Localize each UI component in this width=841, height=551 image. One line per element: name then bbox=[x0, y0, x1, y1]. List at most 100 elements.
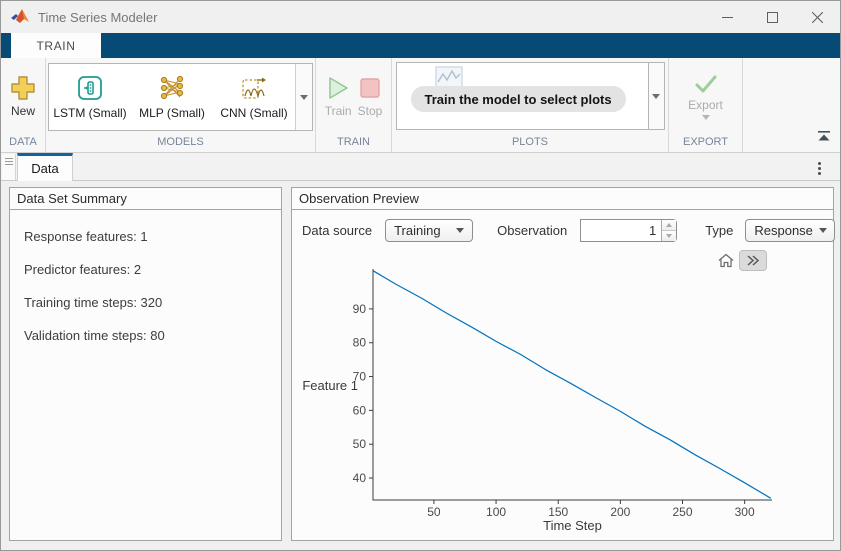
train-button[interactable]: Train bbox=[325, 75, 352, 118]
stop-button[interactable]: Stop bbox=[358, 75, 383, 118]
observation-preview-panel: Observation Preview Data source Training… bbox=[291, 187, 834, 541]
observation-chart: 50100150200250300405060708090Time StepFe… bbox=[292, 244, 835, 547]
check-icon bbox=[693, 73, 719, 95]
model-item-lstm-small[interactable]: LSTM (Small) bbox=[49, 64, 131, 130]
observation-spinner bbox=[661, 220, 676, 241]
type-value: Response bbox=[754, 223, 813, 238]
triangle-up-icon bbox=[666, 223, 672, 227]
data-source-label: Data source bbox=[302, 223, 372, 238]
chevron-down-icon bbox=[456, 228, 464, 233]
data-set-summary-panel: Data Set Summary Response features: 1 Pr… bbox=[9, 187, 282, 541]
observation-input[interactable] bbox=[581, 220, 661, 241]
tab-data[interactable]: Data bbox=[17, 153, 73, 181]
data-source-value: Training bbox=[394, 223, 440, 238]
plots-gallery: Train the model to select plots bbox=[396, 62, 648, 130]
ribbon-tab-bar: TRAIN bbox=[1, 33, 840, 58]
document-tab-bar: Data bbox=[1, 153, 840, 181]
toolstrip-section-models: LSTM (Small) bbox=[46, 58, 316, 152]
mlp-network-icon bbox=[157, 74, 187, 102]
preview-controls: Data source Training Observation Type Re… bbox=[302, 218, 835, 242]
tab-options-button[interactable] bbox=[812, 159, 826, 177]
plots-gallery-dropdown-button[interactable] bbox=[648, 62, 665, 130]
section-label-plots: PLOTS bbox=[392, 134, 668, 152]
stop-button-label: Stop bbox=[358, 104, 383, 118]
toolstrip-section-export: Export EXPORT bbox=[669, 58, 743, 152]
minimize-button[interactable] bbox=[705, 1, 750, 33]
play-icon bbox=[326, 75, 350, 101]
models-gallery-dropdown-button[interactable] bbox=[295, 64, 312, 130]
stop-icon bbox=[358, 75, 382, 101]
model-item-label: LSTM (Small) bbox=[53, 106, 126, 120]
spinner-up-button[interactable] bbox=[662, 220, 676, 231]
models-gallery: LSTM (Small) bbox=[48, 63, 313, 131]
toolstrip-section-plots: Train the model to select plots PLOTS bbox=[392, 58, 669, 152]
chevron-down-icon bbox=[819, 228, 827, 233]
svg-text:150: 150 bbox=[548, 505, 568, 519]
summary-item-validation-steps: Validation time steps: 80 bbox=[24, 326, 281, 345]
type-dropdown[interactable]: Response bbox=[745, 219, 835, 242]
svg-text:40: 40 bbox=[353, 471, 367, 485]
observation-label: Observation bbox=[497, 223, 567, 238]
export-button-label: Export bbox=[688, 98, 723, 112]
cnn-network-icon bbox=[239, 74, 269, 102]
toolstrip-spacer bbox=[743, 58, 840, 152]
dot-icon bbox=[818, 172, 821, 175]
train-button-label: Train bbox=[325, 104, 352, 118]
dot-icon bbox=[818, 167, 821, 170]
summary-item-predictor-features: Predictor features: 2 bbox=[24, 260, 281, 279]
toolstrip-section-data: New DATA bbox=[1, 58, 46, 152]
svg-text:200: 200 bbox=[610, 505, 630, 519]
close-button[interactable] bbox=[795, 1, 840, 33]
section-label-train: TRAIN bbox=[316, 134, 391, 152]
lstm-network-icon bbox=[75, 74, 105, 102]
content-area: Data Set Summary Response features: 1 Pr… bbox=[1, 181, 840, 551]
svg-text:90: 90 bbox=[353, 302, 367, 316]
model-item-mlp-small[interactable]: MLP (Small) bbox=[131, 64, 213, 130]
section-label-models: MODELS bbox=[46, 134, 315, 152]
svg-text:80: 80 bbox=[353, 336, 367, 350]
matlab-logo-icon bbox=[11, 9, 29, 25]
app-window: Time Series Modeler TRAIN New bbox=[0, 0, 841, 551]
dot-icon bbox=[818, 162, 821, 165]
section-label-export: EXPORT bbox=[669, 134, 742, 152]
summary-item-training-steps: Training time steps: 320 bbox=[24, 293, 281, 312]
type-label: Type bbox=[705, 223, 733, 238]
toolstrip-section-train: Train Stop TRAIN bbox=[316, 58, 392, 152]
collapse-toolstrip-button[interactable] bbox=[817, 129, 831, 147]
titlebar: Time Series Modeler bbox=[1, 1, 840, 33]
model-item-cnn-small[interactable]: CNN (Small) bbox=[213, 64, 295, 130]
chevron-down-icon bbox=[652, 94, 660, 99]
window-controls bbox=[705, 1, 840, 33]
new-button-label: New bbox=[11, 104, 35, 118]
summary-list: Response features: 1 Predictor features:… bbox=[10, 210, 281, 345]
svg-text:Time Step: Time Step bbox=[543, 518, 602, 533]
model-item-label: MLP (Small) bbox=[139, 106, 205, 120]
grip-lines-icon bbox=[5, 158, 13, 165]
model-item-label: CNN (Small) bbox=[220, 106, 287, 120]
panel-title: Data Set Summary bbox=[10, 188, 281, 210]
plots-placeholder-message: Train the model to select plots bbox=[411, 86, 626, 112]
tab-bar-grip-handle[interactable] bbox=[2, 154, 16, 180]
summary-item-response-features: Response features: 1 bbox=[24, 227, 281, 246]
new-session-button[interactable]: New bbox=[10, 75, 36, 118]
observation-field bbox=[580, 219, 677, 242]
svg-text:60: 60 bbox=[353, 403, 367, 417]
section-label-data: DATA bbox=[1, 134, 45, 152]
svg-text:50: 50 bbox=[353, 437, 367, 451]
svg-text:300: 300 bbox=[735, 505, 755, 519]
panel-title: Observation Preview bbox=[292, 188, 833, 210]
triangle-down-icon bbox=[666, 234, 672, 238]
spinner-down-button[interactable] bbox=[662, 231, 676, 241]
maximize-button[interactable] bbox=[750, 1, 795, 33]
svg-text:50: 50 bbox=[427, 505, 441, 519]
export-button[interactable]: Export bbox=[688, 73, 723, 120]
svg-text:Feature 1: Feature 1 bbox=[302, 378, 358, 393]
svg-text:100: 100 bbox=[486, 505, 506, 519]
chevron-down-icon bbox=[300, 95, 308, 100]
ribbon-tab-train[interactable]: TRAIN bbox=[11, 33, 101, 58]
chevron-down-icon bbox=[702, 115, 710, 120]
svg-text:250: 250 bbox=[672, 505, 692, 519]
data-source-dropdown[interactable]: Training bbox=[385, 219, 473, 242]
toolstrip: New DATA LSTM (Small) bbox=[1, 58, 840, 153]
plus-icon bbox=[10, 75, 36, 101]
